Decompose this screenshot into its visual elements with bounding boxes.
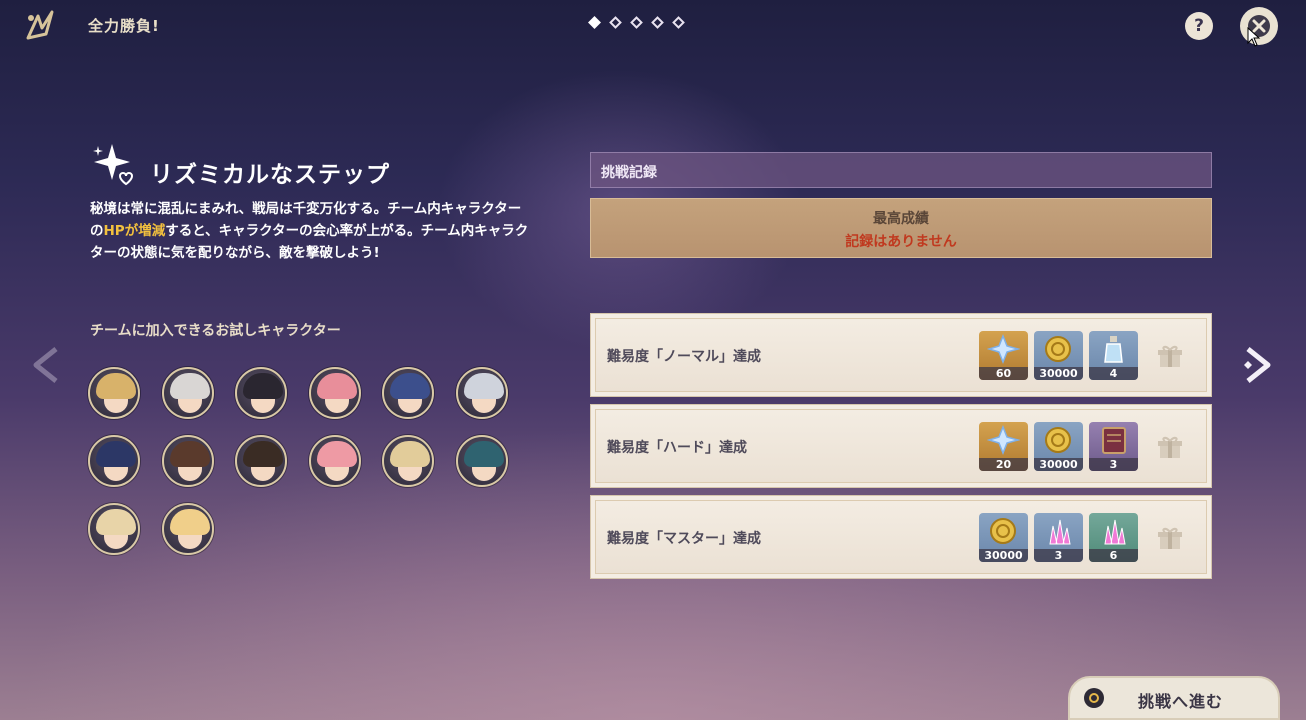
description-highlight: HPが増減 xyxy=(103,223,166,239)
mora-icon xyxy=(1045,427,1071,453)
page-dot-2[interactable] xyxy=(609,16,622,29)
character-portrait[interactable] xyxy=(382,435,434,487)
reward-row: 難易度「ハード」達成 20 30000 3 xyxy=(590,404,1212,488)
character-portrait[interactable] xyxy=(161,367,214,419)
reward-condition-label: 難易度「ハード」達成 xyxy=(607,440,747,456)
event-title: リズミカルなステップ xyxy=(150,162,390,188)
best-result-panel: 最高成績 記録はありません xyxy=(590,198,1212,258)
page-dot-3[interactable] xyxy=(630,16,643,29)
reward-condition-label: 難易度「マスター」達成 xyxy=(607,531,761,547)
confirm-circle-icon xyxy=(1084,688,1104,708)
mora-icon xyxy=(1045,336,1071,362)
best-result-label: 最高成績 xyxy=(873,211,929,227)
reward-items: 20 30000 3 xyxy=(979,422,1138,471)
start-challenge-label: 挑戦へ進む xyxy=(1138,692,1224,711)
mora-reward-item[interactable]: 30000 xyxy=(1034,422,1083,471)
item-count: 30000 xyxy=(979,549,1028,562)
page-dot-4[interactable] xyxy=(651,16,664,29)
book-reward-item[interactable]: 3 xyxy=(1089,422,1138,471)
challenge-record-label: 挑戦記録 xyxy=(601,165,657,181)
potion-icon xyxy=(1104,336,1123,363)
primogem-reward-item[interactable]: 20 xyxy=(979,422,1028,471)
mouse-cursor-icon xyxy=(1247,27,1261,47)
character-hair xyxy=(463,373,504,399)
character-portrait[interactable] xyxy=(161,435,214,487)
sparkle-heart-icon xyxy=(93,144,134,186)
item-count: 20 xyxy=(979,458,1028,471)
mora-icon xyxy=(990,518,1016,544)
character-portrait[interactable] xyxy=(88,503,140,555)
potion-reward-item[interactable]: 4 xyxy=(1089,331,1138,380)
best-result-value: 記録はありません xyxy=(845,234,957,250)
character-portrait[interactable] xyxy=(235,367,287,419)
item-count: 60 xyxy=(979,367,1028,380)
character-hair xyxy=(169,441,210,467)
primogem-icon xyxy=(987,334,1020,364)
character-portrait[interactable] xyxy=(88,435,140,487)
trial-characters-title: チームに加入できるお試しキャラクター xyxy=(90,323,341,339)
character-hair xyxy=(243,373,283,399)
crystal-reward-item[interactable]: 3 xyxy=(1034,513,1083,562)
item-count: 30000 xyxy=(1034,458,1083,471)
reward-items: 60 30000 4 xyxy=(979,331,1138,380)
crystal-icon xyxy=(1049,519,1071,545)
character-portrait[interactable] xyxy=(88,367,140,419)
reward-condition-label: 難易度「ノーマル」達成 xyxy=(607,349,761,365)
mora-reward-item[interactable]: 30000 xyxy=(979,513,1028,562)
character-portrait[interactable] xyxy=(308,367,361,419)
gift-icon[interactable] xyxy=(1157,525,1183,551)
start-challenge-button[interactable]: 挑戦へ進む xyxy=(1068,676,1280,720)
help-button[interactable]: ? xyxy=(1185,12,1213,40)
challenge-record-header: 挑戦記録 xyxy=(590,152,1212,188)
character-hair xyxy=(169,509,210,535)
trial-characters-grid xyxy=(88,367,528,555)
crystal-reward-item[interactable]: 6 xyxy=(1089,513,1138,562)
character-hair xyxy=(463,441,504,467)
page-dot-5[interactable] xyxy=(672,16,685,29)
book-icon xyxy=(1102,427,1126,454)
character-hair xyxy=(96,441,136,467)
character-hair xyxy=(390,373,430,399)
item-count: 6 xyxy=(1089,549,1138,562)
character-portrait[interactable] xyxy=(455,367,508,419)
event-description: 秘境は常に混乱にまみれ、戦局は千変万化する。チーム内キャラクターのHPが増減する… xyxy=(90,198,530,264)
gift-icon[interactable] xyxy=(1157,343,1183,369)
reward-row: 難易度「マスター」達成 30000 3 6 xyxy=(590,495,1212,579)
primogem-reward-item[interactable]: 60 xyxy=(979,331,1028,380)
item-count: 3 xyxy=(1034,549,1083,562)
character-portrait[interactable] xyxy=(382,367,434,419)
reward-items: 30000 3 6 xyxy=(979,513,1138,562)
item-count: 3 xyxy=(1089,458,1138,471)
character-hair xyxy=(96,509,136,535)
character-hair xyxy=(243,441,283,467)
character-hair xyxy=(390,441,430,467)
page-dot-1[interactable] xyxy=(588,16,601,29)
item-count: 4 xyxy=(1089,367,1138,380)
character-portrait[interactable] xyxy=(161,503,214,555)
character-portrait[interactable] xyxy=(235,435,287,487)
gift-icon[interactable] xyxy=(1157,434,1183,460)
reward-row: 難易度「ノーマル」達成 60 30000 4 xyxy=(590,313,1212,397)
character-hair xyxy=(169,373,210,399)
character-portrait[interactable] xyxy=(455,435,508,487)
crystal-icon xyxy=(1104,519,1126,545)
mora-reward-item[interactable]: 30000 xyxy=(1034,331,1083,380)
page-indicator xyxy=(588,16,685,29)
character-portrait[interactable] xyxy=(308,435,361,487)
character-hair xyxy=(96,373,136,399)
next-arrow-icon[interactable] xyxy=(1240,345,1274,385)
previous-arrow-icon[interactable] xyxy=(30,345,64,385)
primogem-icon xyxy=(987,425,1020,455)
item-count: 30000 xyxy=(1034,367,1083,380)
character-hair xyxy=(316,373,357,399)
character-hair xyxy=(316,441,357,467)
event-logo-icon xyxy=(26,10,54,40)
page-title: 全力勝負! xyxy=(88,17,160,35)
help-icon: ? xyxy=(1194,16,1204,36)
